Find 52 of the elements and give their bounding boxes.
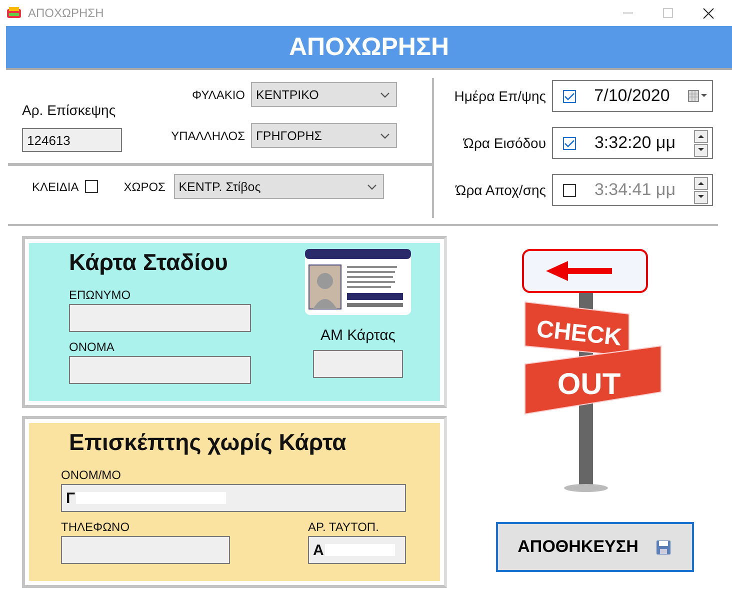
checkbox[interactable] [84, 180, 98, 193]
checkbox[interactable] [563, 184, 576, 196]
field-label: ΑΜ Κάρτας [320, 327, 396, 344]
field-label: ΑΡ. ΤΑΥΤΟΠ. [308, 520, 380, 534]
spin-up-button[interactable] [694, 176, 708, 190]
time-picker[interactable]: 3:34:41 μμ [552, 174, 713, 206]
field-label: ΤΗΛΕΦΩΝΟ [61, 520, 131, 534]
header-title: ΑΠΟΧΩΡΗΣΗ [288, 32, 450, 62]
dropdown[interactable]: ΚΕΝΤΡ. Στίβος [174, 174, 384, 199]
sign-text: CHECK [534, 316, 622, 352]
save-button[interactable]: ΑΠΟΘΗΚΕΥΣΗ [496, 522, 694, 572]
text-field[interactable] [61, 536, 230, 564]
app-icon [6, 6, 22, 20]
card-title: Επισκέπτης χωρίς Κάρτα [69, 429, 348, 456]
time-picker[interactable]: 3:32:20 μμ [552, 127, 713, 159]
field-label: ΟΝΟΜΑ [69, 340, 116, 354]
text-field[interactable] [313, 350, 403, 378]
field-label: Ώρα Αποχ/σης [454, 182, 546, 198]
calendar-dropdown-icon[interactable] [688, 90, 708, 102]
dropdown-chevron-icon [380, 92, 390, 98]
text-field[interactable] [69, 356, 251, 384]
text-field[interactable] [69, 304, 251, 332]
date-picker[interactable]: 7/10/2020 [552, 80, 713, 112]
up-triangle-icon [698, 134, 704, 138]
dropdown-chevron-icon [380, 132, 390, 138]
field-label: ΕΠΩΝΥΜΟ [69, 288, 132, 302]
field-label: Ημέρα Επ/ψης [453, 88, 546, 104]
field-label: Αρ. Επίσκεψης [22, 102, 117, 118]
field-label: ΦΥΛΑΚΙΟ [191, 88, 245, 102]
close-icon[interactable] [703, 8, 714, 18]
field-label: ΟΝΟΜ/ΜΟ [61, 468, 122, 482]
spin-up-button[interactable] [694, 130, 708, 142]
dropdown-chevron-icon [366, 184, 377, 190]
checkbox[interactable] [563, 136, 576, 150]
field-label: Ώρα Εισόδου [462, 135, 546, 151]
id-number-field[interactable]: Α [308, 536, 406, 564]
spin-down-button[interactable] [694, 190, 708, 204]
sign-text: OUT [556, 368, 620, 401]
spin-down-button[interactable] [694, 144, 708, 156]
field-label: ΥΠΑΛΛΗΛΟΣ [170, 128, 245, 142]
dropdown[interactable]: ΚΕΝΤΡΙΚΟ [251, 82, 397, 107]
visit-number-field[interactable]: 124613 [22, 128, 122, 152]
name-field[interactable]: Γ [61, 484, 406, 512]
dropdown[interactable]: ΓΡΗΓΟΡΗΣ [251, 123, 397, 148]
down-triangle-icon [698, 148, 704, 152]
checkbox-label: ΚΛΕΙΔΙΑ [32, 180, 79, 194]
down-triangle-icon [698, 195, 704, 199]
card-title: Κάρτα Σταδίου [69, 249, 229, 276]
window-title: ΑΠΟΧΩΡΗΣΗ [28, 6, 105, 20]
up-triangle-icon [698, 181, 704, 185]
field-label: ΧΩΡΟΣ [124, 180, 166, 194]
checkbox[interactable] [563, 90, 576, 102]
